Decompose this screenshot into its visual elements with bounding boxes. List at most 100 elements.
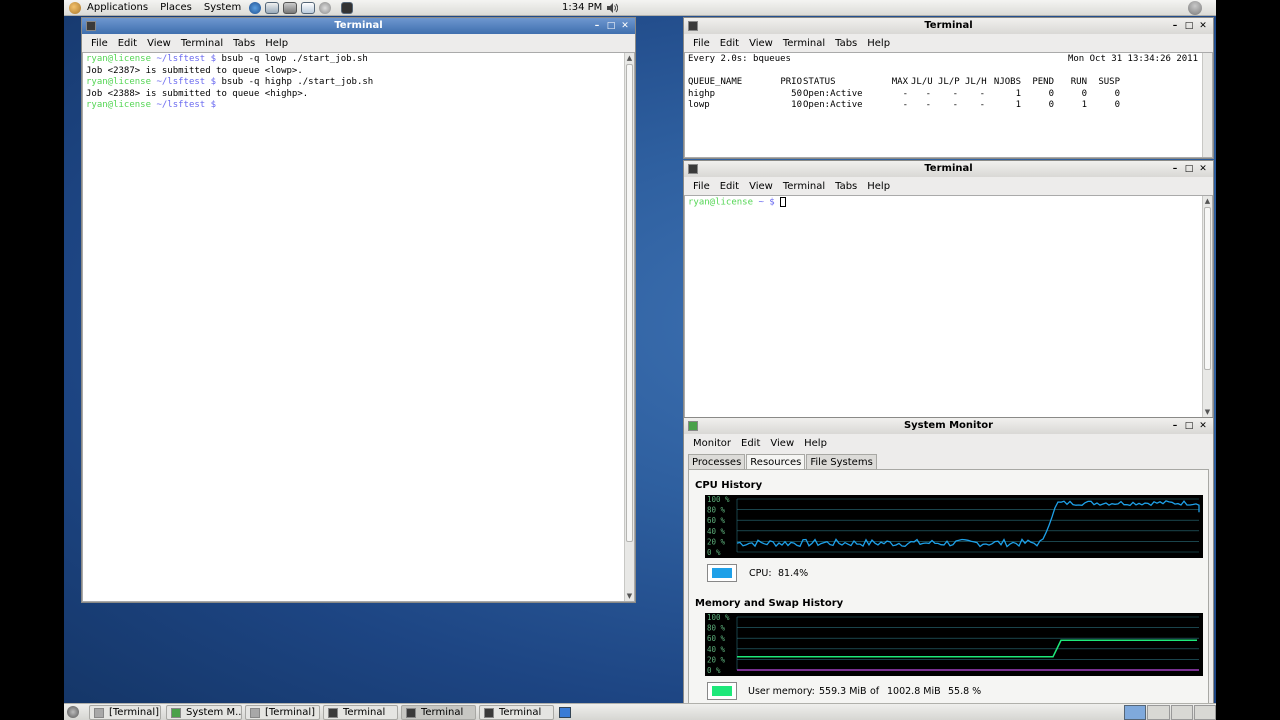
tab-resources[interactable]: Resources [746,454,806,470]
vertical-scrollbar[interactable] [1202,53,1212,157]
terminal-launcher-icon[interactable] [341,1,354,14]
scroll-thumb[interactable] [1204,207,1211,370]
panel-clock[interactable]: 1:34 PM [562,0,602,16]
vertical-scrollbar[interactable]: ▲ ▼ [624,53,634,601]
close-button[interactable]: ✕ [1197,20,1209,32]
system-menu[interactable]: System [198,0,247,16]
terminal-window-main[interactable]: Terminal – □ ✕ File Edit View Terminal T… [81,17,636,603]
minimize-button[interactable]: – [1169,163,1181,175]
terminal-window-bqueues[interactable]: Terminal – □ ✕ File Edit View Terminal T… [683,17,1214,159]
table-cell: 50 [791,88,802,99]
workspace-1[interactable] [1124,705,1147,720]
menu-help[interactable]: Help [799,438,832,449]
maximize-button[interactable]: □ [1183,20,1195,32]
menu-terminal[interactable]: Terminal [778,181,830,192]
taskbar-item-terminal[interactable]: [Terminal] [245,705,320,720]
taskbar-item-terminal[interactable]: Terminal [479,705,554,720]
editor-launcher-icon[interactable] [301,1,316,14]
tab-file-systems[interactable]: File Systems [806,454,877,470]
menu-terminal[interactable]: Terminal [778,38,830,49]
menu-edit[interactable]: Edit [736,438,765,449]
menu-view[interactable]: View [142,38,176,49]
menu-file[interactable]: File [86,38,113,49]
terminal-icon[interactable] [688,164,698,174]
menu-view[interactable]: View [765,438,799,449]
scroll-down-arrow-icon[interactable]: ▼ [1203,407,1212,417]
watch-timestamp: Mon Oct 31 13:34:26 2011 [1067,54,1198,64]
system-monitor-icon[interactable] [688,421,698,431]
close-button[interactable]: ✕ [619,20,631,32]
places-menu[interactable]: Places [154,0,198,16]
memory-color-swatch[interactable] [707,682,737,700]
workspace-2[interactable] [1147,705,1170,720]
workspace-4[interactable] [1193,705,1216,720]
minimize-button[interactable]: – [1169,420,1181,432]
menu-edit[interactable]: Edit [715,38,744,49]
user-switcher-icon[interactable] [1188,1,1202,15]
email-launcher-icon[interactable] [265,1,280,14]
cpu-color-swatch[interactable] [707,564,737,582]
menu-file[interactable]: File [688,38,715,49]
terminal-output[interactable]: Every 2.0s: bqueues Mon Oct 31 13:34:26 … [684,52,1213,158]
titlebar[interactable]: System Monitor – □ ✕ [684,418,1213,434]
menu-tabs[interactable]: Tabs [830,181,862,192]
workspace-pager[interactable] [1124,705,1216,720]
taskbar-item-system-monitor[interactable]: System M... [166,705,242,720]
workspace-switcher-icon[interactable] [559,707,571,718]
system-monitor-window[interactable]: System Monitor – □ ✕ Monitor Edit View H… [683,417,1214,705]
settings-launcher-icon[interactable] [319,1,332,14]
titlebar[interactable]: Terminal – □ ✕ [684,18,1213,34]
applications-menu[interactable]: Applications [81,0,154,16]
table-cell: 0 [1048,100,1054,111]
terminal-output[interactable]: ryan@license ~/lsftest $ bsub -q lowp ./… [82,52,635,602]
volume-icon[interactable] [606,2,618,14]
menu-view[interactable]: View [744,181,778,192]
menu-tabs[interactable]: Tabs [228,38,260,49]
menu-help[interactable]: Help [260,38,293,49]
terminal-window-shell[interactable]: Terminal – □ ✕ File Edit View Terminal T… [683,160,1214,419]
minimize-button[interactable]: – [1169,20,1181,32]
menu-monitor[interactable]: Monitor [688,438,736,449]
terminal-icon[interactable] [86,21,96,31]
maximize-button[interactable]: □ [1183,420,1195,432]
menu-help[interactable]: Help [862,181,895,192]
terminal-output[interactable]: ryan@license ~ $ ▲ ▼ [684,195,1213,418]
tab-processes[interactable]: Processes [688,454,746,470]
terminal-cursor [780,197,787,207]
y-tick-label: 80 % [707,624,726,633]
gnome-foot-icon[interactable] [69,1,81,14]
taskbar-item-terminal[interactable]: [Terminal] [89,705,161,720]
titlebar[interactable]: Terminal – □ ✕ [684,161,1213,177]
window-title: Terminal [334,20,383,31]
scroll-thumb[interactable] [626,64,633,542]
menu-edit[interactable]: Edit [715,181,744,192]
taskbar-item-terminal-active[interactable]: Terminal [401,705,476,720]
menu-file[interactable]: File [688,181,715,192]
menu-tabs[interactable]: Tabs [830,38,862,49]
show-desktop-icon[interactable] [67,706,79,718]
maximize-button[interactable]: □ [605,20,617,32]
bqueues-table: QUEUE_NAME PRIO STATUS MAX JL/U JL/P JL/H NJOBS… [688,77,1128,112]
terminal-icon[interactable] [688,21,698,31]
scroll-up-arrow-icon[interactable]: ▲ [1203,196,1212,206]
scroll-up-arrow-icon[interactable]: ▲ [625,53,634,63]
workspace-3[interactable] [1170,705,1193,720]
taskbar-item-terminal[interactable]: Terminal [323,705,398,720]
menu-edit[interactable]: Edit [113,38,142,49]
close-button[interactable]: ✕ [1197,163,1209,175]
menu-terminal[interactable]: Terminal [176,38,228,49]
scroll-down-arrow-icon[interactable]: ▼ [625,591,634,601]
minimize-button[interactable]: – [591,20,603,32]
titlebar[interactable]: Terminal – □ ✕ [82,18,635,34]
column-header: SUSP [1098,77,1120,87]
y-tick-label: 60 % [707,634,726,643]
close-button[interactable]: ✕ [1197,420,1209,432]
menu-view[interactable]: View [744,38,778,49]
vertical-scrollbar[interactable]: ▲ ▼ [1202,196,1212,417]
menu-help[interactable]: Help [862,38,895,49]
table-cell: - [902,100,908,111]
web-browser-launcher-icon[interactable] [249,1,262,14]
maximize-button[interactable]: □ [1183,163,1195,175]
y-tick-label: 0 % [707,548,721,557]
network-launcher-icon[interactable] [283,1,298,14]
